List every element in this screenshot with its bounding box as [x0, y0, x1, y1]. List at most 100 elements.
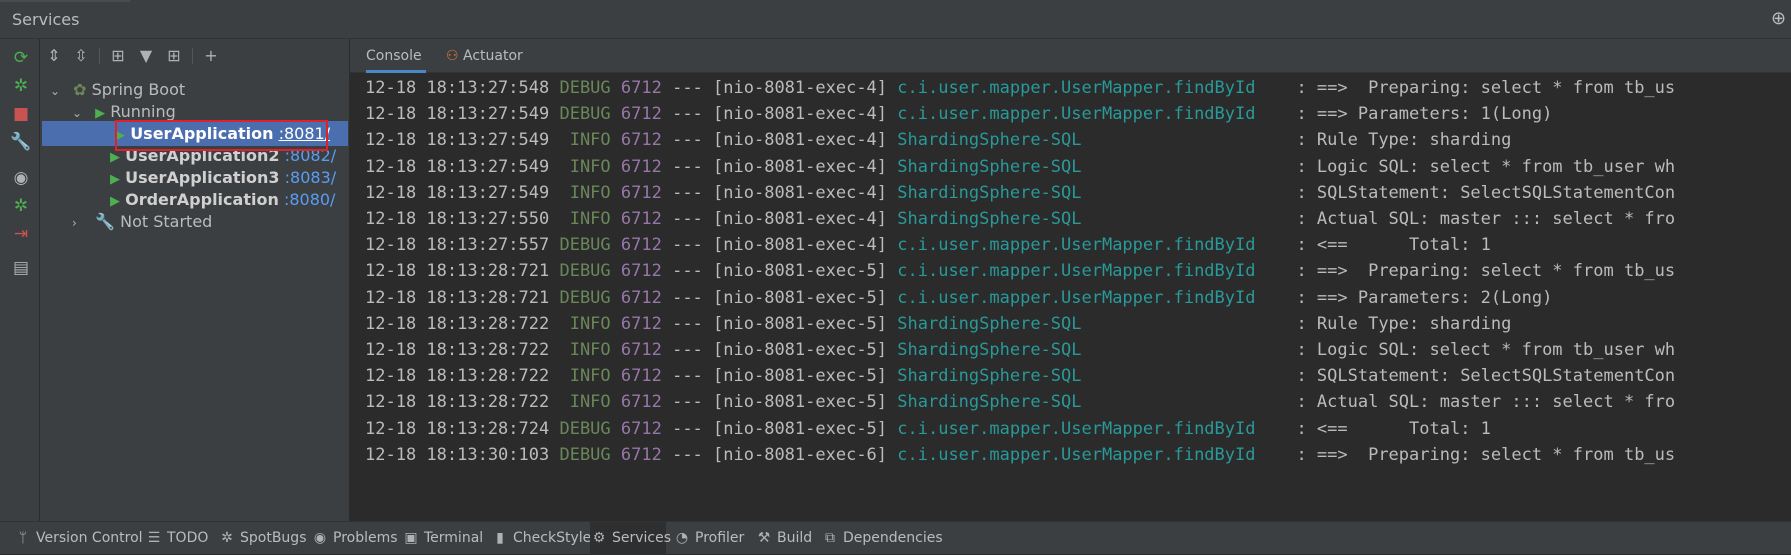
log-pid: 6712	[610, 418, 662, 439]
log-level: INFO	[559, 130, 611, 151]
app-port-link[interactable]: :8083/	[285, 168, 337, 187]
log-level: INFO	[559, 340, 611, 360]
bottom-tab-version-control[interactable]: ᛘ Version Control	[14, 522, 143, 555]
filter-icon[interactable]: ▼	[135, 45, 157, 67]
log-msg: : <== Total: 1	[1296, 235, 1491, 256]
log-level: INFO	[559, 392, 611, 413]
tab-label: Console	[366, 48, 422, 64]
bottom-tab-profiler[interactable]: ◔ Profiler	[673, 522, 747, 555]
tool-window-header: Services ⊕	[0, 0, 1791, 39]
log-sep: ---	[661, 313, 714, 334]
expand-all-icon[interactable]: ⇕	[43, 45, 65, 67]
wrench-icon[interactable]: 🔧	[10, 131, 32, 153]
log-pid: 6712	[610, 235, 662, 256]
log-sep: ---	[661, 130, 714, 151]
bottom-tab-terminal[interactable]: ▣ Terminal	[402, 522, 484, 555]
log-thread: [nio-8081-exec-5]	[713, 418, 898, 439]
list-icon: ☰	[147, 530, 161, 546]
new-tab-icon[interactable]: ⊞	[163, 45, 185, 67]
stop-icon[interactable]: ■	[10, 103, 32, 125]
bottom-tab-label: SpotBugs	[240, 530, 307, 546]
log-logger: c.i.user.mapper.UserMapper.findById	[897, 287, 1297, 308]
hammer-icon: ⚒	[757, 530, 771, 546]
log-msg: : ==> Preparing: select * from tb_us	[1296, 444, 1676, 465]
camera-icon[interactable]: ◉	[10, 167, 32, 189]
log-level: INFO	[559, 182, 611, 203]
log-logger: ShardingSphere-SQL	[897, 130, 1297, 151]
log-pid: 6712	[610, 182, 662, 203]
log-ts: 12-18 18:13:27:550	[365, 209, 560, 229]
log-sep: ---	[661, 261, 714, 282]
profiler-icon: ◔	[675, 530, 689, 546]
services-icon: ⚙	[592, 530, 606, 546]
bottom-tab-label: Services	[612, 530, 672, 546]
bottom-tab-checkstyle[interactable]: ▮ CheckStyle	[491, 522, 591, 555]
log-ts: 12-18 18:13:27:557	[365, 235, 560, 256]
log-logger: ShardingSphere-SQL	[897, 209, 1297, 229]
bottom-tab-label: TODO	[167, 530, 209, 546]
log-logger: ShardingSphere-SQL	[897, 340, 1297, 360]
log-sep: ---	[661, 182, 714, 203]
log-ts: 12-18 18:13:28:722	[365, 392, 560, 413]
log-pid: 6712	[610, 287, 662, 308]
log-sep: ---	[661, 104, 714, 125]
log-ts: 12-18 18:13:27:548	[365, 78, 560, 98]
bottom-tab-build[interactable]: ⚒ Build	[755, 522, 813, 555]
log-msg: : Rule Type: sharding	[1296, 313, 1512, 334]
layout-icon[interactable]: ▤	[10, 257, 32, 279]
log-logger: c.i.user.mapper.UserMapper.findById	[897, 78, 1297, 98]
bottom-tab-dependencies[interactable]: ⧉ Dependencies	[821, 522, 943, 555]
chevron-right-icon[interactable]: ›	[72, 211, 84, 236]
log-pid: 6712	[610, 104, 662, 125]
log-sep: ---	[661, 78, 714, 98]
log-logger: ShardingSphere-SQL	[897, 366, 1297, 387]
console-output[interactable]: 12-18 18:13:27:548 DEBUG 6712 --- [nio-8…	[350, 73, 1791, 521]
log-thread: [nio-8081-exec-5]	[713, 261, 898, 282]
log-level: DEBUG	[559, 104, 611, 125]
bottom-tab-services[interactable]: ⚙ Services	[590, 522, 671, 555]
bug-icon: ✲	[221, 530, 233, 546]
log-thread: [nio-8081-exec-4]	[713, 104, 898, 125]
log-ts: 12-18 18:13:27:549	[365, 182, 560, 203]
log-pid: 6712	[610, 392, 662, 413]
tree-node-not-started[interactable]: › 🔧 Not Started	[72, 209, 212, 234]
log-level: INFO	[559, 209, 611, 229]
app-port-link[interactable]: :8080/	[284, 190, 336, 209]
log-thread: [nio-8081-exec-5]	[713, 313, 898, 334]
bottom-tab-label: Profiler	[695, 530, 745, 546]
bottom-tab-label: Build	[777, 530, 813, 546]
log-msg: : SQLStatement: SelectSQLStatementCon	[1296, 182, 1676, 203]
log-msg: : SQLStatement: SelectSQLStatementCon	[1296, 366, 1676, 387]
log-pid: 6712	[610, 130, 662, 151]
collapse-all-icon[interactable]: ⇳	[70, 45, 92, 67]
spring-boot-icon: ✿	[73, 80, 87, 99]
log-level: DEBUG	[559, 418, 611, 439]
group-icon[interactable]: ⊞	[107, 45, 129, 67]
log-sep: ---	[661, 392, 714, 413]
tool-window-title: Services	[12, 10, 80, 29]
log-msg: : ==> Preparing: select * from tb_us	[1296, 261, 1676, 282]
add-icon[interactable]: +	[200, 45, 222, 67]
settings-icon[interactable]: ⊕	[1771, 9, 1791, 29]
tab-actuator[interactable]: ⚇ Actuator	[446, 39, 546, 73]
log-ts: 12-18 18:13:28:722	[365, 340, 560, 360]
tree-node-label: Not Started	[120, 212, 213, 231]
tab-console[interactable]: Console	[366, 39, 426, 73]
debug-icon[interactable]: ✲	[10, 195, 32, 217]
log-sep: ---	[661, 287, 714, 308]
log-pid: 6712	[610, 313, 662, 334]
log-thread: [nio-8081-exec-4]	[713, 209, 898, 229]
log-logger: ShardingSphere-SQL	[897, 182, 1297, 203]
chevron-down-icon[interactable]: ⌄	[50, 79, 62, 104]
log-msg: : Logic SQL: select * from tb_user wh	[1296, 156, 1676, 177]
log-level: INFO	[559, 156, 611, 177]
bug-run-icon[interactable]: ✲	[10, 75, 32, 97]
bottom-tab-todo[interactable]: ☰ TODO	[145, 522, 210, 555]
refresh-icon[interactable]: ⟳	[10, 47, 32, 69]
bottom-tab-spotbugs[interactable]: ✲ SpotBugs	[218, 522, 306, 555]
login-icon[interactable]: ⇥	[10, 223, 32, 245]
log-thread: [nio-8081-exec-4]	[713, 182, 898, 203]
log-ts: 12-18 18:13:27:549	[365, 130, 560, 151]
console-tab-bar: Console ⚇ Actuator	[350, 39, 1791, 73]
bottom-tab-problems[interactable]: ◉ Problems	[311, 522, 398, 555]
